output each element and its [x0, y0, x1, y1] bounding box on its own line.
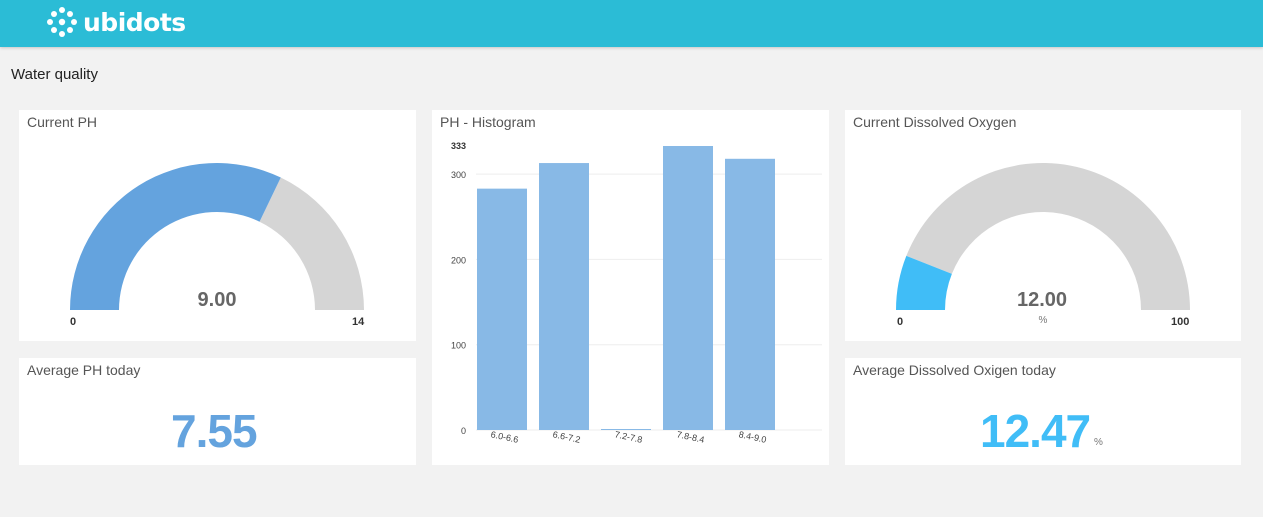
widget-title: Average PH today: [27, 362, 141, 378]
gauge-unit: %: [1038, 315, 1048, 326]
histogram-bar[interactable]: [663, 146, 713, 430]
average-ph-widget[interactable]: Average PH today 7.55: [19, 358, 416, 465]
histogram-bar[interactable]: [477, 188, 527, 430]
x-tick-label: 7.2-7.8: [614, 429, 643, 445]
gauge-max-label: 14: [352, 316, 365, 328]
x-tick-label: 6.0-6.6: [490, 429, 519, 445]
gauge-value: 12.00: [1016, 289, 1068, 311]
y-tick-label: 100: [451, 341, 466, 351]
histogram-bar[interactable]: [725, 158, 775, 430]
gauge-track: [906, 163, 1190, 310]
histogram-bar[interactable]: [539, 163, 589, 430]
gauge-fill: [70, 162, 281, 310]
brand-name: ubidots: [83, 7, 186, 37]
dashboard-title: Water quality: [11, 66, 98, 83]
y-tick-label: 200: [451, 255, 466, 265]
x-tick-label: 8.4-9.0: [738, 429, 767, 445]
gauge-min-label: 0: [70, 316, 77, 328]
x-tick-label: 6.6-7.2: [552, 429, 581, 445]
gauge-max-label: 100: [1171, 316, 1190, 328]
x-tick-label: 7.8-8.4: [676, 429, 705, 445]
histogram-bar[interactable]: [601, 429, 651, 430]
y-tick-label: 300: [451, 170, 466, 180]
metric-value: 12.47: [980, 405, 1091, 457]
metric-value: 7.55: [171, 405, 258, 457]
widget-title: Average Dissolved Oxigen today: [853, 362, 1056, 378]
current-ph-widget[interactable]: Current PH 9.00 0 14: [19, 110, 416, 341]
y-max-label: 333: [451, 141, 466, 151]
gauge-min-label: 0: [897, 316, 904, 328]
average-dissolved-oxygen-widget[interactable]: Average Dissolved Oxigen today 12.47 %: [845, 358, 1241, 465]
current-dissolved-oxygen-widget[interactable]: Current Dissolved Oxygen 12.00 % 0 100: [845, 110, 1241, 341]
ubidots-logo-icon: [47, 7, 77, 37]
gauge-value: 9.00: [197, 289, 237, 311]
top-navbar: ubidots: [0, 0, 1263, 47]
ubidots-logo[interactable]: ubidots: [46, 4, 186, 40]
y-tick-label: 0: [461, 426, 466, 436]
ph-histogram-widget[interactable]: PH - Histogram 0 100 200 300 333 6.0-6.6 6.6-7…: [432, 110, 829, 465]
metric-unit: %: [1094, 437, 1103, 448]
ph-histogram-chart: 0 100 200 300 333 6.0-6.6 6.6-7.2 7.2-7.8 7.8-8.…: [451, 141, 822, 445]
